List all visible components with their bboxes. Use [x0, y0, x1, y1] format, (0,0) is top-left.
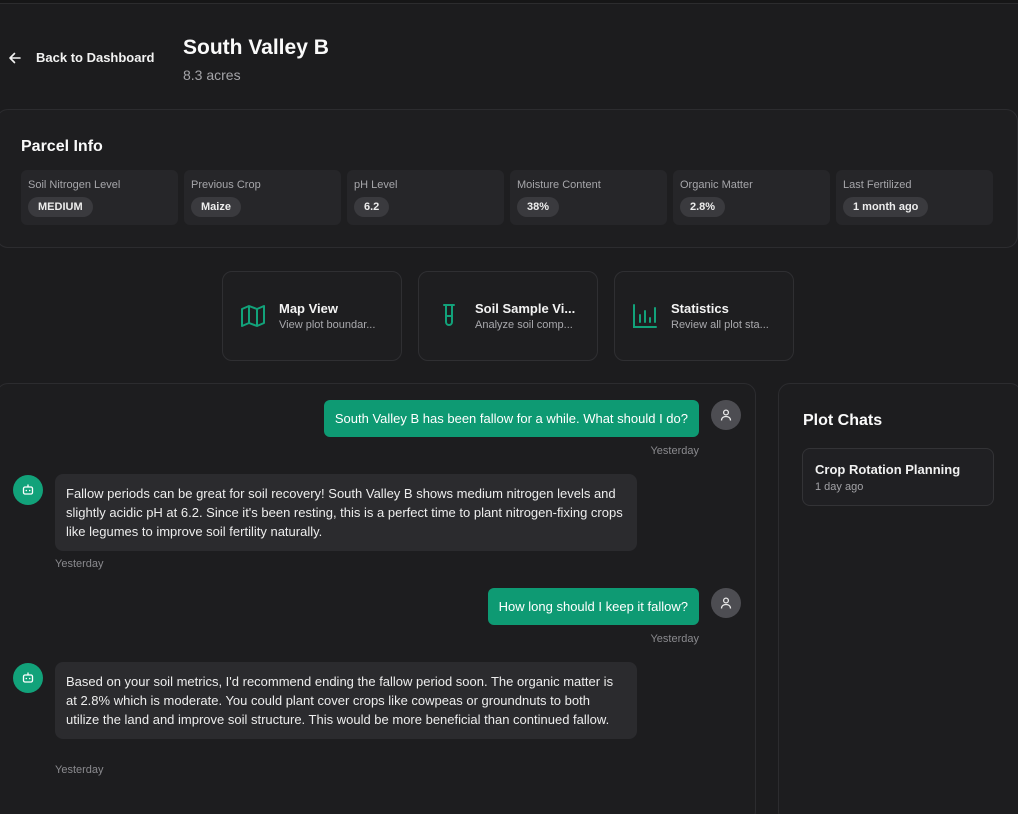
metric-label: pH Level: [354, 179, 398, 191]
back-to-dashboard-button[interactable]: Back to Dashboard: [8, 50, 154, 65]
metric-value-badge: MEDIUM: [28, 197, 93, 217]
page-subtitle: 8.3 acres: [183, 67, 241, 83]
user-icon: [720, 597, 732, 609]
user-icon: [720, 409, 732, 421]
action-title: Map View: [279, 301, 339, 316]
parcel-info-card: Parcel Info Soil Nitrogen Level MEDIUM P…: [0, 109, 1018, 248]
action-desc: Review all plot sta...: [671, 319, 769, 331]
metric-label: Moisture Content: [517, 179, 601, 191]
plot-chats-title: Plot Chats: [803, 412, 883, 429]
user-avatar: [711, 400, 741, 430]
assistant-message: Based on your soil metrics, I'd recommen…: [55, 662, 637, 739]
map-view-card[interactable]: Map View View plot boundar...: [222, 271, 402, 361]
metric-value-badge: Maize: [191, 197, 241, 217]
metric-label: Previous Crop: [191, 179, 261, 191]
bot-icon: [22, 672, 34, 683]
message-timestamp: Yesterday: [650, 445, 699, 457]
action-cards: Map View View plot boundar... Soil Sampl…: [222, 271, 794, 361]
assistant-avatar: [13, 475, 43, 505]
message-timestamp: Yesterday: [55, 764, 104, 776]
metric-moisture-content: Moisture Content 38%: [510, 170, 667, 225]
back-label: Back to Dashboard: [36, 50, 155, 65]
top-border: [0, 0, 1018, 4]
assistant-message: Fallow periods can be great for soil rec…: [55, 474, 637, 551]
parcel-info-title: Parcel Info: [21, 138, 103, 155]
user-message: South Valley B has been fallow for a whi…: [323, 400, 699, 437]
metric-label: Last Fertilized: [843, 179, 912, 191]
statistics-card[interactable]: Statistics Review all plot sta...: [614, 271, 794, 361]
plot-chats-panel: Plot Chats Crop Rotation Planning 1 day …: [778, 383, 1018, 814]
soil-sample-card[interactable]: Soil Sample Vi... Analyze soil comp...: [418, 271, 598, 361]
metric-organic-matter: Organic Matter 2.8%: [673, 170, 830, 225]
message-timestamp: Yesterday: [650, 633, 699, 645]
arrow-left-icon: [9, 52, 21, 63]
action-title: Soil Sample Vi...: [475, 301, 576, 316]
map-icon: [241, 305, 265, 327]
metric-value-badge: 1 month ago: [843, 197, 929, 217]
message-timestamp: Yesterday: [55, 558, 104, 570]
test-tube-icon: [443, 304, 455, 326]
metric-value-badge: 6.2: [354, 197, 390, 217]
metric-last-fertilized: Last Fertilized 1 month ago: [836, 170, 993, 225]
bot-icon: [22, 484, 34, 495]
metrics-row: Soil Nitrogen Level MEDIUM Previous Crop…: [21, 170, 993, 225]
metric-ph-level: pH Level 6.2: [347, 170, 504, 225]
bar-chart-icon: [633, 304, 657, 328]
metric-label: Organic Matter: [680, 179, 753, 191]
action-desc: View plot boundar...: [279, 319, 376, 331]
plot-chat-time: 1 day ago: [815, 481, 864, 493]
metric-previous-crop: Previous Crop Maize: [184, 170, 341, 225]
metric-value-badge: 38%: [517, 197, 560, 217]
plot-chat-title: Crop Rotation Planning: [815, 462, 961, 477]
plot-chat-item[interactable]: Crop Rotation Planning 1 day ago: [802, 448, 994, 506]
metric-value-badge: 2.8%: [680, 197, 726, 217]
metric-soil-nitrogen: Soil Nitrogen Level MEDIUM: [21, 170, 178, 225]
page-title: South Valley B: [183, 36, 329, 59]
action-desc: Analyze soil comp...: [475, 319, 573, 331]
assistant-avatar: [13, 663, 43, 693]
user-avatar: [711, 588, 741, 618]
chat-panel: South Valley B has been fallow for a whi…: [0, 383, 756, 814]
action-title: Statistics: [671, 301, 729, 316]
metric-label: Soil Nitrogen Level: [28, 179, 121, 191]
user-message: How long should I keep it fallow?: [487, 588, 699, 625]
